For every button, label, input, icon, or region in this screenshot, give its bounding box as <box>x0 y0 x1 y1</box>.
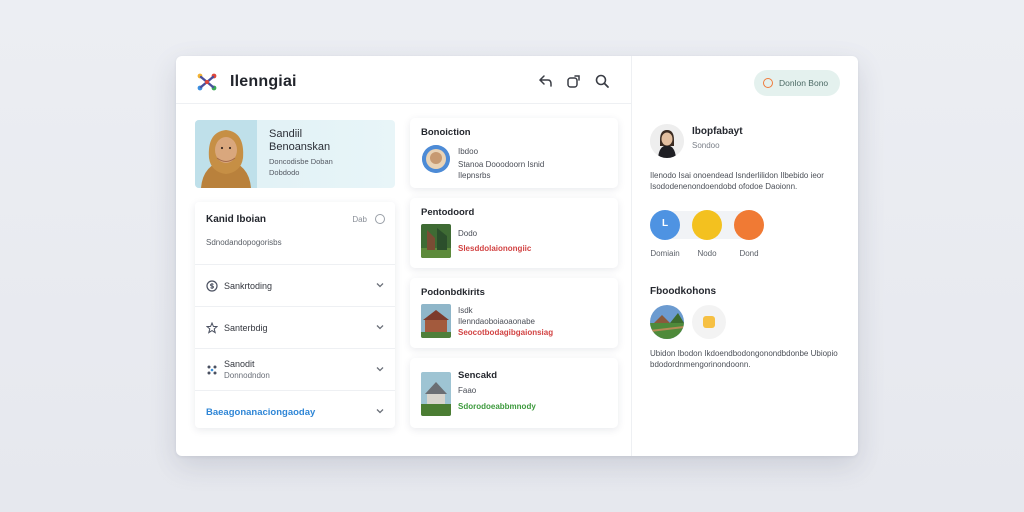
card-line: Dodo <box>458 229 478 238</box>
profile-subtitle: Doncodisbe Doban Dobdodo <box>269 156 333 178</box>
profile-sub-line2: Dobdodo <box>269 168 300 177</box>
settings-clock-icon[interactable] <box>375 214 385 224</box>
share-icon[interactable] <box>538 73 554 89</box>
app-window: Ilenngiai Sandiil Benoanskan Doncodisbe … <box>176 56 858 456</box>
list-card[interactable]: Podonbdkirits Isdk Ilenndaoboiaoaonabe S… <box>410 278 618 348</box>
card-title: Podonbdkirits <box>421 287 485 298</box>
settings-row-3[interactable]: Sanodit Donnodndon <box>195 348 395 390</box>
circle-icon <box>763 78 773 88</box>
chevron-down-icon <box>376 409 384 414</box>
card-line: Faao <box>458 386 477 395</box>
card-thumbnail <box>421 224 451 258</box>
circle-label: Nodo <box>697 249 717 258</box>
circle-action-button[interactable] <box>734 210 764 240</box>
card-line: Slesddolaionongiic <box>458 244 532 253</box>
user-description: Ilenodo Isai onoendead Isnderlilidon Ilb… <box>650 171 824 191</box>
app-logo-icon <box>197 73 217 91</box>
circle-glyph: L <box>661 218 669 229</box>
star-icon <box>206 322 218 334</box>
card-line: Ilenndaoboiaoaonabe <box>458 317 535 326</box>
section-title: Fboodkohons <box>650 286 717 297</box>
card-line: Ibdoo <box>458 147 479 156</box>
profile-name-line1: Sandiil <box>269 128 303 140</box>
circle-label: Domiain <box>650 249 680 258</box>
search-icon[interactable] <box>594 73 610 89</box>
card-title: Bonoiction <box>421 127 471 138</box>
user-name: Ibopfabayt <box>692 126 743 137</box>
section-description: Ubidon Ibodon Ikdoendbodongonondbdonbe U… <box>650 349 838 369</box>
card-line: Stanoa Dooodoorn Isnid <box>458 160 545 169</box>
grid-icon <box>207 365 217 375</box>
dollar-icon <box>206 280 218 292</box>
app-header: Ilenngiai <box>176 56 632 104</box>
profile-sub-line1: Doncodisbe Doban <box>269 157 333 166</box>
main-pane: Ilenngiai Sandiil Benoanskan Doncodisbe … <box>176 56 632 456</box>
app-title: Ilenngiai <box>230 73 297 90</box>
list-card[interactable]: Pentodoord Dodo Slesddolaionongiic <box>410 198 618 268</box>
featured-image[interactable] <box>650 305 684 339</box>
circle-label: Dond <box>739 249 759 258</box>
circle-action-button[interactable]: L <box>650 210 680 240</box>
note-icon-glyph <box>703 316 715 328</box>
card-line: Ilepnsrbs <box>458 171 491 180</box>
card-thumbnail <box>421 372 451 416</box>
settings-title: Kanid Iboian <box>206 214 266 225</box>
avatar[interactable] <box>650 124 684 158</box>
card-line: Seocotbodagibgaionsiag <box>458 328 554 337</box>
profile-card[interactable]: Sandiil Benoanskan Doncodisbe Doban Dobd… <box>195 120 395 188</box>
settings-link[interactable]: Baeagonanaciongaoday <box>206 407 315 418</box>
settings-description: Sdnodandopogorisbs <box>206 238 282 247</box>
chevron-down-icon <box>376 367 384 372</box>
card-line: Isdk <box>458 306 473 315</box>
detail-pane: Donlon Bono Ibopfabayt Sondoo Ilenodo Is… <box>632 56 858 456</box>
pill-label: Donlon Bono <box>779 78 829 88</box>
settings-row-label: Santerbdig <box>224 323 268 333</box>
settings-row-title: Sanodit <box>224 359 255 369</box>
list-card[interactable]: Sencakd Faao Sdorodoeabbmnody <box>410 358 618 428</box>
settings-row-2[interactable]: Santerbdig <box>195 306 395 348</box>
settings-card: Kanid Iboian Dab Sdnodandopogorisbs Sank… <box>195 202 395 428</box>
card-title: Sencakd <box>458 370 498 381</box>
profile-name-line2: Benoanskan <box>269 141 331 153</box>
user-subtitle: Sondoo <box>692 141 720 150</box>
chevron-down-icon <box>376 325 384 330</box>
settings-row-subtitle: Donnodndon <box>224 371 270 380</box>
card-thumbnail <box>421 304 451 338</box>
settings-row-label: Sankrtoding <box>224 281 273 291</box>
action-pill-button[interactable]: Donlon Bono <box>754 70 840 96</box>
settings-meta: Dab <box>352 215 367 224</box>
list-card[interactable]: Bonoiction Ibdoo Stanoa Dooodoorn Isnid … <box>410 118 618 188</box>
note-icon[interactable] <box>692 305 726 339</box>
link-icon[interactable] <box>566 73 582 89</box>
profile-name: Sandiil Benoanskan <box>269 128 330 154</box>
chevron-down-icon <box>376 283 384 288</box>
card-line: Sdorodoeabbmnody <box>458 402 536 411</box>
profile-photo <box>195 120 257 188</box>
settings-row-label: Sanodit Donnodndon <box>224 359 270 381</box>
settings-link-row[interactable]: Baeagonanaciongaoday <box>195 390 395 428</box>
settings-row-1[interactable]: Sankrtoding <box>195 264 395 306</box>
avatar <box>422 145 450 173</box>
circle-action-button[interactable] <box>692 210 722 240</box>
card-title: Pentodoord <box>421 207 475 218</box>
